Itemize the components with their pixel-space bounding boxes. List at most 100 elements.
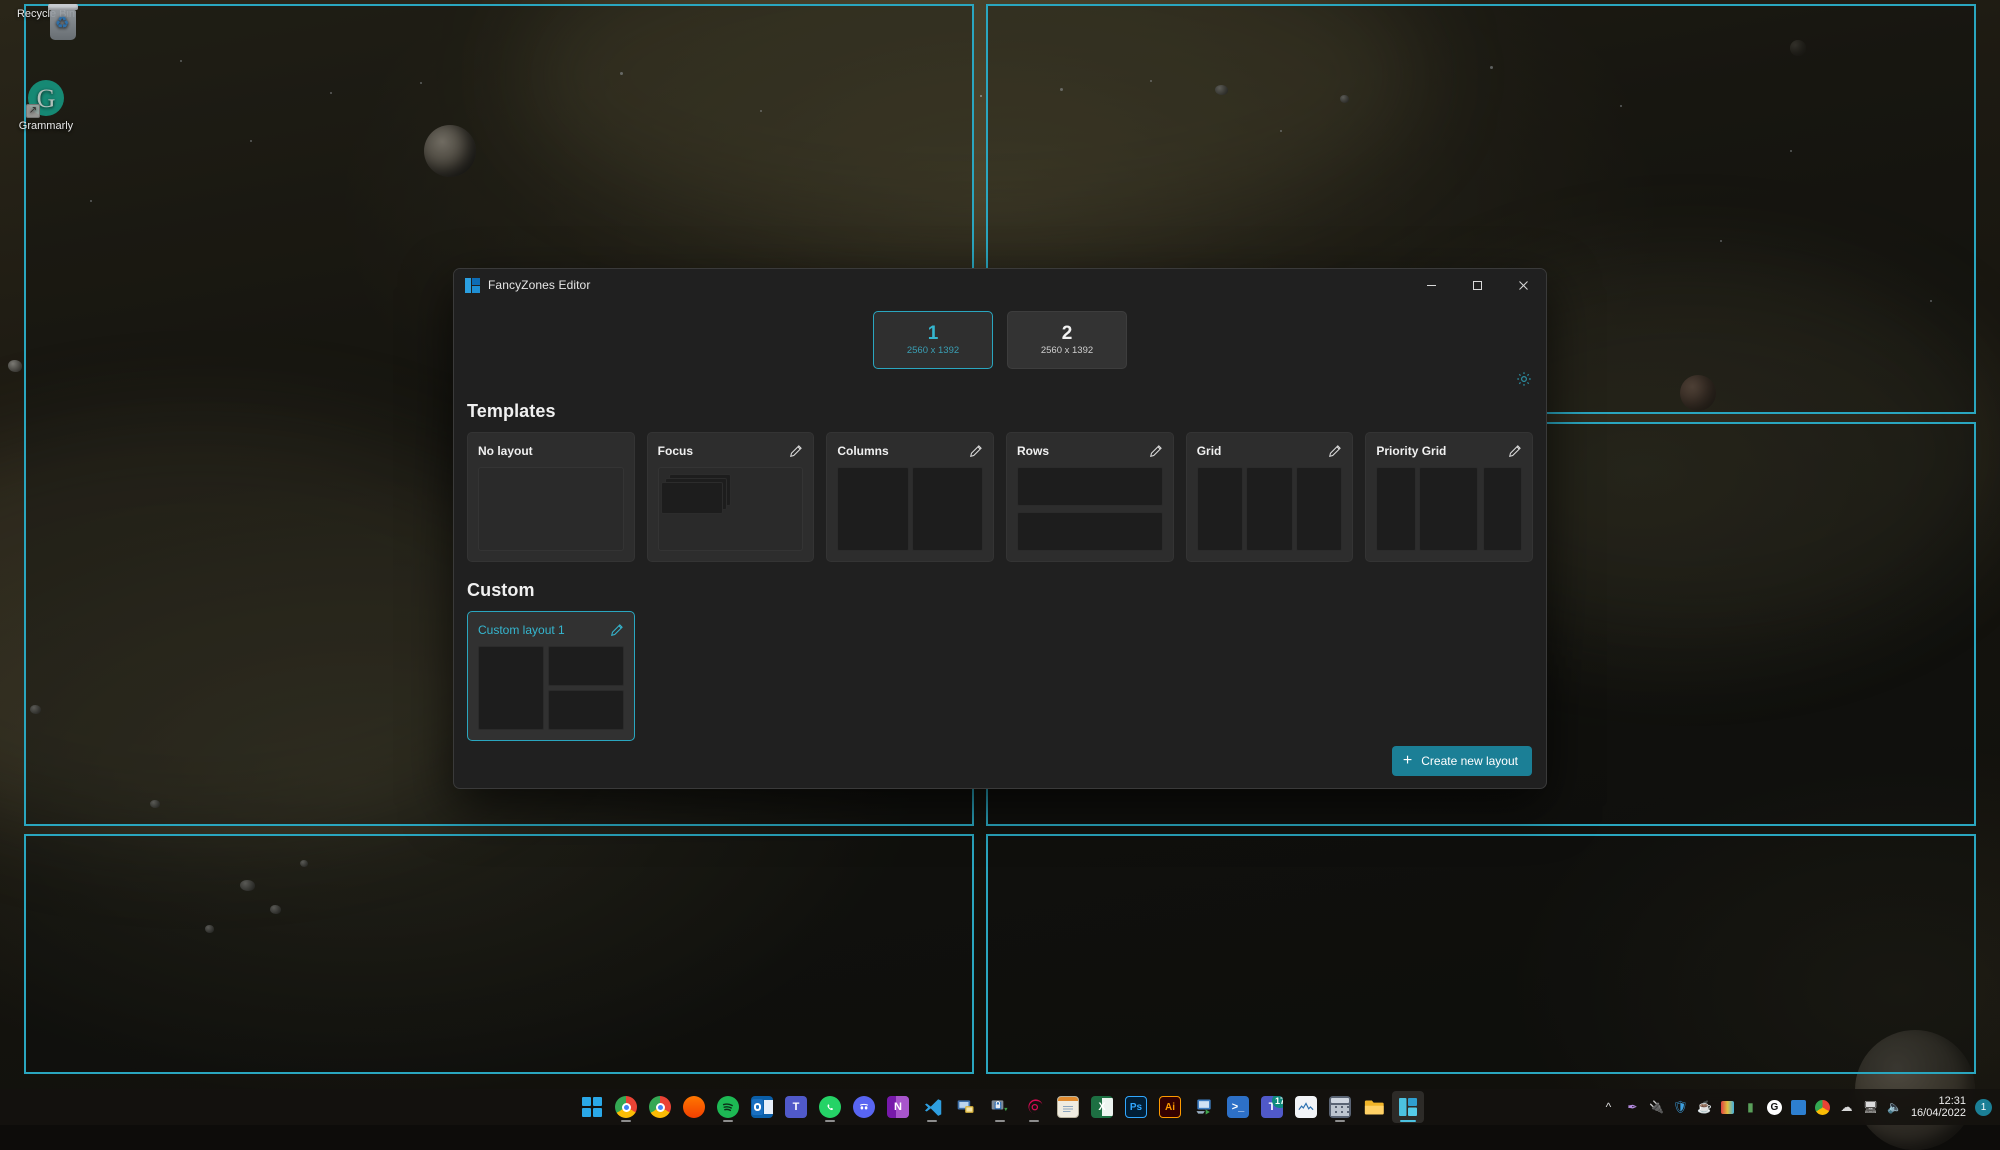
maximize-icon: [1472, 280, 1483, 291]
card-header: Custom layout 1: [478, 621, 624, 638]
edit-pencil-icon[interactable]: [610, 623, 624, 637]
fancyzones-zone-overlay: [24, 834, 974, 1074]
onedrive-blue-icon[interactable]: [1791, 1100, 1806, 1115]
illustrator-icon: Ai: [1159, 1096, 1181, 1118]
window-titlebar[interactable]: FancyZones Editor: [454, 269, 1546, 301]
photoshop-icon: Ps: [1125, 1096, 1147, 1118]
layout-card-focus[interactable]: Focus: [647, 432, 815, 562]
layout-name: Columns: [837, 444, 888, 458]
onedrive-icon[interactable]: ☁: [1839, 1100, 1854, 1115]
taskbar-item-outlook[interactable]: [746, 1091, 778, 1123]
notepad-icon: [1057, 1096, 1079, 1118]
layout-name: Focus: [658, 444, 693, 458]
taskbar-item-rdp-secure[interactable]: [984, 1091, 1016, 1123]
layout-name: Grid: [1197, 444, 1222, 458]
taskbar-item-soundcloud[interactable]: [678, 1091, 710, 1123]
chevron-up-icon[interactable]: ^: [1601, 1100, 1616, 1115]
onenote-icon: N: [887, 1096, 909, 1118]
money-icon[interactable]: ▮: [1743, 1100, 1758, 1115]
layout-card-grid[interactable]: Grid: [1186, 432, 1354, 562]
gear-icon[interactable]: [1516, 371, 1532, 387]
edit-pencil-icon[interactable]: [1328, 444, 1342, 458]
taskbar-item-spotify[interactable]: [712, 1091, 744, 1123]
display-icon[interactable]: 🖥: [1863, 1100, 1878, 1115]
taskbar-item-file-explorer[interactable]: [1358, 1091, 1390, 1123]
asteroid: [1340, 95, 1349, 103]
colors-icon[interactable]: [1721, 1101, 1734, 1114]
maximize-button[interactable]: [1454, 269, 1500, 301]
layout-preview-priority-grid: [1376, 467, 1522, 551]
create-new-layout-button[interactable]: + Create new layout: [1392, 746, 1532, 776]
layout-card-columns[interactable]: Columns: [826, 432, 994, 562]
usb-icon[interactable]: 🔌: [1649, 1100, 1664, 1115]
layout-card-rows[interactable]: Rows: [1006, 432, 1174, 562]
asteroid: [1215, 85, 1228, 95]
taskbar-item-illustrator[interactable]: Ai: [1154, 1091, 1186, 1123]
edit-pencil-icon[interactable]: [789, 444, 803, 458]
grammarly-icon: G↗: [28, 80, 64, 116]
taskbar-item-powertoys[interactable]: [1392, 1091, 1424, 1123]
chrome-tray-icon[interactable]: [1815, 1100, 1830, 1115]
taskbar-item-excel[interactable]: X: [1086, 1091, 1118, 1123]
taskbar-item-teams-classic[interactable]: T 17: [1256, 1091, 1288, 1123]
create-new-layout-label: Create new layout: [1421, 754, 1518, 768]
desktop-icon-grammarly[interactable]: G↗ Grammarly: [6, 80, 86, 133]
grammarly-tray-icon[interactable]: G: [1767, 1100, 1782, 1115]
taskbar-item-whatsapp[interactable]: [814, 1091, 846, 1123]
window-title: FancyZones Editor: [488, 278, 590, 292]
taskbar-item-powershell[interactable]: >_: [1222, 1091, 1254, 1123]
excel-icon: X: [1091, 1096, 1113, 1118]
taskbar-item-task-manager[interactable]: [1290, 1091, 1322, 1123]
taskbar-item-start[interactable]: [576, 1091, 608, 1123]
layout-card-no-layout[interactable]: No layout: [467, 432, 635, 562]
layout-name: Rows: [1017, 444, 1049, 458]
volume-icon[interactable]: 🔈: [1887, 1100, 1902, 1115]
powershell-icon: >_: [1227, 1096, 1249, 1118]
card-header: Columns: [837, 442, 983, 459]
monitor-card-2[interactable]: 2 2560 x 1392: [1007, 311, 1127, 369]
desktop-icon-recycle-bin[interactable]: ♻ Recycle Bin: [6, 4, 86, 21]
layout-card-priority-grid[interactable]: Priority Grid: [1365, 432, 1533, 562]
powertoys-icon: [1397, 1096, 1419, 1118]
taskbar-item-teams[interactable]: T: [780, 1091, 812, 1123]
layout-name: No layout: [478, 444, 533, 458]
taskbar-item-debian[interactable]: [1018, 1091, 1050, 1123]
edit-pencil-icon[interactable]: [1508, 444, 1522, 458]
monitor-selector: 1 2560 x 1392 2 2560 x 1392: [454, 301, 1546, 369]
cup-icon[interactable]: ☕: [1697, 1100, 1712, 1115]
rdp-secure-icon: [989, 1096, 1011, 1118]
minimize-icon: [1426, 280, 1437, 291]
taskbar-item-remote-desktop-connection[interactable]: [1188, 1091, 1220, 1123]
edit-pencil-icon[interactable]: [1149, 444, 1163, 458]
debian-icon: [1023, 1096, 1045, 1118]
fancyzones-editor-window[interactable]: FancyZones Editor 1 2560 x 1392 2 2560 x…: [453, 268, 1547, 789]
spotify-icon: [717, 1096, 739, 1118]
defender-icon[interactable]: 🛡: [1673, 1100, 1688, 1115]
minimize-button[interactable]: [1408, 269, 1454, 301]
custom-row: Custom layout 1: [454, 611, 1546, 741]
planet-decoration: [1790, 40, 1806, 56]
taskbar-item-vscode[interactable]: [916, 1091, 948, 1123]
taskbar-item-remote-desktop[interactable]: [950, 1091, 982, 1123]
monitor-card-1[interactable]: 1 2560 x 1392: [873, 311, 993, 369]
edit-pencil-icon[interactable]: [969, 444, 983, 458]
templates-row: No layout Focus: [454, 432, 1546, 562]
taskbar-item-chrome-2[interactable]: [644, 1091, 676, 1123]
taskbar-item-onenote[interactable]: N: [882, 1091, 914, 1123]
card-header: Grid: [1197, 442, 1343, 459]
clock[interactable]: 12:31 16/04/2022: [1911, 1095, 1966, 1119]
asteroid: [30, 705, 41, 714]
monitor-number: 1: [928, 324, 939, 344]
vscode-icon: [921, 1096, 943, 1118]
layout-card-custom-layout-1[interactable]: Custom layout 1: [467, 611, 635, 741]
taskbar-item-calculator[interactable]: [1324, 1091, 1356, 1123]
close-button[interactable]: [1500, 269, 1546, 301]
taskbar-item-discord[interactable]: [848, 1091, 880, 1123]
notification-count-badge[interactable]: 1: [1975, 1099, 1992, 1116]
taskbar[interactable]: T N: [0, 1089, 2000, 1125]
taskbar-item-notepad[interactable]: [1052, 1091, 1084, 1123]
pen-icon[interactable]: ✒: [1625, 1100, 1640, 1115]
taskbar-item-chrome[interactable]: [610, 1091, 642, 1123]
taskbar-item-photoshop[interactable]: Ps: [1120, 1091, 1152, 1123]
whatsapp-icon: [819, 1096, 841, 1118]
